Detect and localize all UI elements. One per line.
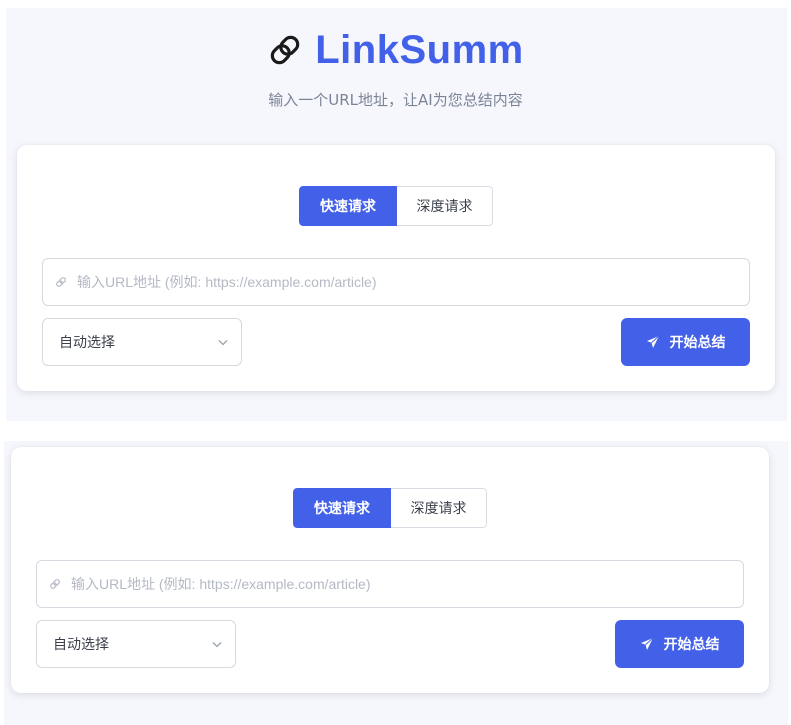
- request-mode-tabs: 快速请求 深度请求: [293, 488, 487, 528]
- url-field[interactable]: [36, 560, 744, 608]
- start-summary-label: 开始总结: [669, 335, 726, 351]
- model-select[interactable]: 自动选择: [42, 318, 242, 366]
- app-title: LinkSumm: [315, 27, 524, 72]
- model-select[interactable]: 自动选择: [36, 620, 236, 668]
- url-input[interactable]: [69, 575, 743, 593]
- summary-form-card: 快速请求 深度请求 自动选择: [11, 447, 769, 693]
- brand-header: LinkSumm: [0, 24, 791, 76]
- url-input[interactable]: [75, 273, 749, 291]
- chevron-down-icon: [211, 638, 223, 650]
- request-mode-tabs: 快速请求 深度请求: [299, 186, 493, 226]
- send-icon: [640, 637, 654, 651]
- summary-form-card: 快速请求 深度请求 自动选择: [17, 145, 775, 391]
- start-summary-button[interactable]: 开始总结: [615, 620, 744, 668]
- model-select-value: 自动选择: [53, 637, 109, 653]
- url-field[interactable]: [42, 258, 750, 306]
- tab-quick-request[interactable]: 快速请求: [293, 488, 391, 528]
- tab-quick-request[interactable]: 快速请求: [299, 186, 397, 226]
- start-summary-button[interactable]: 开始总结: [621, 318, 750, 366]
- app-subtitle: 输入一个URL地址，让AI为您总结内容: [268, 91, 523, 109]
- link-icon: [55, 275, 69, 289]
- send-icon: [646, 335, 660, 349]
- link-icon: [267, 32, 303, 68]
- link-icon: [49, 577, 63, 591]
- model-select-value: 自动选择: [59, 335, 115, 351]
- tab-deep-request[interactable]: 深度请求: [391, 488, 487, 528]
- tab-deep-request[interactable]: 深度请求: [397, 186, 493, 226]
- chevron-down-icon: [217, 336, 229, 348]
- page: LinkSumm 输入一个URL地址，让AI为您总结内容 快速请求 深度请求 自…: [0, 0, 791, 725]
- start-summary-label: 开始总结: [663, 637, 720, 653]
